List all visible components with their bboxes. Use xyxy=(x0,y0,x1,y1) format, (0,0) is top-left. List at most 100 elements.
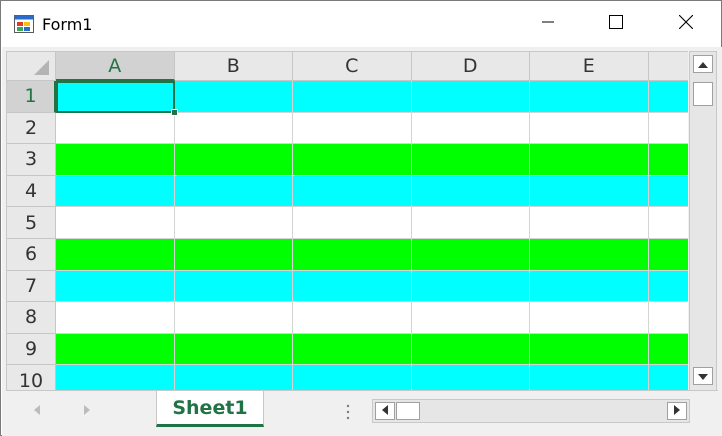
cell-c1[interactable] xyxy=(293,81,412,113)
row-header-1[interactable]: 1 xyxy=(7,81,56,113)
row-header-10[interactable]: 10 xyxy=(7,365,56,391)
cell-c8[interactable] xyxy=(293,302,412,334)
maximize-button[interactable] xyxy=(593,1,639,47)
cell-f1[interactable] xyxy=(648,81,688,113)
scroll-left-button[interactable] xyxy=(375,402,395,420)
cell-d6[interactable] xyxy=(411,239,530,271)
cell-c5[interactable] xyxy=(293,207,412,239)
cell-b4[interactable] xyxy=(174,175,293,208)
cell-d4[interactable] xyxy=(411,175,530,208)
column-header-partial[interactable] xyxy=(648,52,688,81)
sheet-tab-strip: Sheet1 xyxy=(6,390,718,432)
cell-f6[interactable] xyxy=(648,239,688,271)
cell-e2[interactable] xyxy=(530,112,649,145)
cell-f10[interactable] xyxy=(648,365,688,391)
horizontal-scroll-thumb[interactable] xyxy=(396,402,420,420)
cell-c3[interactable] xyxy=(293,144,412,176)
row-header-5[interactable]: 5 xyxy=(7,207,56,239)
column-header-c[interactable]: C xyxy=(293,52,412,81)
column-header-e[interactable]: E xyxy=(530,52,649,81)
cell-d5[interactable] xyxy=(411,207,530,239)
scroll-up-button[interactable] xyxy=(693,55,713,73)
cell-a6[interactable] xyxy=(56,239,175,271)
cell-d7[interactable] xyxy=(411,270,530,303)
cell-e5[interactable] xyxy=(530,207,649,239)
column-header-a[interactable]: A xyxy=(56,52,175,81)
triangle-right-icon xyxy=(84,402,90,420)
row-header-7[interactable]: 7 xyxy=(7,270,56,303)
cell-d8[interactable] xyxy=(411,302,530,334)
scroll-up-icon xyxy=(698,55,708,73)
cell-a10[interactable] xyxy=(56,365,175,391)
cell-a5[interactable] xyxy=(56,207,175,239)
column-header-d[interactable]: D xyxy=(411,52,530,81)
close-button[interactable] xyxy=(663,1,709,47)
scroll-down-button[interactable] xyxy=(693,367,713,385)
cell-c7[interactable] xyxy=(293,270,412,303)
cell-e6[interactable] xyxy=(530,239,649,271)
cell-f4[interactable] xyxy=(648,175,688,208)
cell-f5[interactable] xyxy=(648,207,688,239)
cell-e7[interactable] xyxy=(530,270,649,303)
cell-a8[interactable] xyxy=(56,302,175,334)
select-all-corner[interactable] xyxy=(7,52,56,81)
cell-d9[interactable] xyxy=(411,333,530,366)
cell-f7[interactable] xyxy=(648,270,688,303)
cell-a9[interactable] xyxy=(56,333,175,366)
cell-c6[interactable] xyxy=(293,239,412,271)
spreadsheet-grid[interactable]: A B C D E 1 2 3 4 5 6 7 8 9 10 xyxy=(6,51,688,391)
cell-c2[interactable] xyxy=(293,112,412,145)
cell-b6[interactable] xyxy=(174,239,293,271)
tab-nav-prev-button[interactable] xyxy=(30,403,44,419)
row-header-4[interactable]: 4 xyxy=(7,175,56,208)
cell-b10[interactable] xyxy=(174,365,293,391)
cell-a3[interactable] xyxy=(56,144,175,176)
cell-b2[interactable] xyxy=(174,112,293,145)
cell-b8[interactable] xyxy=(174,302,293,334)
cell-f8[interactable] xyxy=(648,302,688,334)
cell-e1[interactable] xyxy=(530,81,649,113)
cell-d2[interactable] xyxy=(411,112,530,145)
cell-e9[interactable] xyxy=(530,333,649,366)
cell-c10[interactable] xyxy=(293,365,412,391)
scroll-right-button[interactable] xyxy=(667,402,687,420)
cell-d1[interactable] xyxy=(411,81,530,113)
selection-fill-handle[interactable] xyxy=(170,108,178,116)
cell-b7[interactable] xyxy=(174,270,293,303)
row-header-6[interactable]: 6 xyxy=(7,239,56,271)
row-header-8[interactable]: 8 xyxy=(7,302,56,334)
cell-a2[interactable] xyxy=(56,112,175,145)
row-header-2[interactable]: 2 xyxy=(7,112,56,145)
scroll-right-icon xyxy=(674,402,680,420)
cell-b9[interactable] xyxy=(174,333,293,366)
minimize-button[interactable] xyxy=(525,1,571,47)
cell-f2[interactable] xyxy=(648,112,688,145)
cell-e8[interactable] xyxy=(530,302,649,334)
cell-a7[interactable] xyxy=(56,270,175,303)
column-header-b[interactable]: B xyxy=(174,52,293,81)
tab-splitter-handle[interactable] xyxy=(346,403,350,421)
cell-e3[interactable] xyxy=(530,144,649,176)
row-header-9[interactable]: 9 xyxy=(7,333,56,366)
horizontal-scrollbar[interactable] xyxy=(372,399,690,423)
cell-e4[interactable] xyxy=(530,175,649,208)
cell-d10[interactable] xyxy=(411,365,530,391)
cell-a4[interactable] xyxy=(56,175,175,208)
vertical-scrollbar[interactable] xyxy=(689,51,717,391)
cell-b5[interactable] xyxy=(174,207,293,239)
cell-c9[interactable] xyxy=(293,333,412,366)
cell-f3[interactable] xyxy=(648,144,688,176)
cell-d3[interactable] xyxy=(411,144,530,176)
cell-b1[interactable] xyxy=(174,81,293,113)
triangle-left-icon xyxy=(34,402,40,420)
cell-a1[interactable] xyxy=(56,81,175,113)
tab-sheet1[interactable]: Sheet1 xyxy=(156,391,264,427)
cell-c4[interactable] xyxy=(293,175,412,208)
tab-nav-next-button[interactable] xyxy=(80,403,94,419)
cell-b3[interactable] xyxy=(174,144,293,176)
cell-f9[interactable] xyxy=(648,333,688,366)
cell-e10[interactable] xyxy=(530,365,649,391)
title-bar[interactable]: Form1 xyxy=(1,1,721,47)
vertical-scroll-thumb[interactable] xyxy=(693,82,713,106)
row-header-3[interactable]: 3 xyxy=(7,144,56,176)
